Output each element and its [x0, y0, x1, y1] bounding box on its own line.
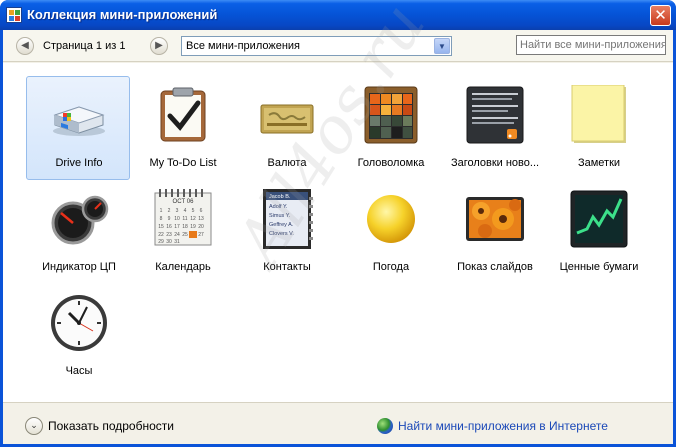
close-button[interactable]: ✕ — [650, 5, 671, 26]
gadget-puzzle[interactable]: Головоломка — [338, 76, 442, 180]
svg-text:8: 8 — [160, 216, 163, 222]
contact-name: Adolf Y. — [269, 204, 288, 210]
search-input[interactable] — [516, 35, 666, 55]
gadget-weather[interactable]: Погода — [338, 180, 442, 284]
notes-icon — [571, 85, 626, 143]
svg-text:24: 24 — [174, 232, 180, 238]
gadget-todo-list[interactable]: My To-Do List — [130, 76, 234, 180]
dropdown-arrow-icon[interactable]: ▼ — [434, 38, 450, 54]
globe-icon — [377, 418, 393, 434]
gadget-label: Контакты — [263, 261, 311, 273]
svg-text:29: 29 — [158, 239, 164, 245]
gadget-clock[interactable]: Часы — [26, 284, 130, 388]
svg-text:3: 3 — [176, 208, 179, 214]
svg-text:11: 11 — [182, 216, 187, 222]
gadget-label: Погода — [372, 261, 410, 273]
page-indicator: Страница 1 из 1 — [43, 40, 126, 52]
gadget-label: Drive Info — [55, 157, 103, 169]
svg-text:6: 6 — [200, 208, 203, 214]
svg-text:1: 1 — [160, 208, 163, 214]
svg-text:12: 12 — [190, 216, 196, 222]
gadget-cpu-meter[interactable]: Индикатор ЦП — [26, 180, 130, 284]
gadgets-app-icon — [6, 7, 22, 23]
gadget-label: Валюта — [267, 157, 307, 169]
svg-text:9: 9 — [168, 216, 171, 222]
window-title: Коллекция мини-приложений — [27, 7, 218, 22]
svg-text:13: 13 — [198, 216, 204, 222]
svg-text:18: 18 — [182, 224, 188, 230]
gadget-label: Календарь — [155, 261, 211, 273]
contacts-icon: Jacob B. Adolf Y. Simus Y. Geffrey A. Cl… — [263, 189, 313, 249]
gadget-label: Показ слайдов — [457, 261, 533, 273]
puzzle-icon — [364, 86, 418, 144]
chevron-down-icon: ⌄ — [30, 421, 38, 431]
gadget-label: Головоломка — [357, 157, 425, 169]
chevron-left-icon: ◀ — [21, 40, 29, 51]
stocks-icon — [570, 190, 628, 248]
show-details-label[interactable]: Показать подробности — [48, 419, 174, 433]
gadget-stocks[interactable]: Ценные бумаги — [546, 180, 650, 284]
svg-text:10: 10 — [174, 216, 180, 222]
gadget-label: Ценные бумаги — [559, 261, 639, 273]
footer-bar: ⌄ Показать подробности Найти мини-прилож… — [3, 404, 673, 444]
toolbar: ◀ Страница 1 из 1 ▶ Все мини-приложения … — [3, 30, 673, 62]
todo-list-icon — [160, 87, 206, 142]
calendar-icon: OCT 06 123456 8 9 10 11 12 13 15 16 17 18 19 20 22… — [154, 189, 212, 246]
weather-icon — [367, 195, 415, 243]
svg-text:20: 20 — [198, 224, 204, 230]
title-bar[interactable]: Коллекция мини-приложений ✕ — [0, 0, 676, 30]
gadget-currency[interactable]: Валюта — [234, 76, 338, 180]
svg-text:17: 17 — [174, 224, 180, 230]
gadget-notes[interactable]: Заметки — [546, 76, 650, 180]
currency-icon — [260, 104, 314, 134]
next-page-button[interactable]: ▶ — [150, 37, 168, 55]
gadget-calendar[interactable]: OCT 06 123456 8 9 10 11 12 13 15 16 17 18 19 20 22… — [130, 180, 234, 284]
svg-text:25: 25 — [182, 232, 188, 238]
svg-text:31: 31 — [174, 239, 180, 245]
previous-page-button[interactable]: ◀ — [16, 37, 34, 55]
drive-info-icon — [53, 106, 105, 136]
gadget-gallery: Drive Info My To-Do List Валюта Головоло… — [3, 0, 673, 403]
chevron-right-icon: ▶ — [155, 40, 163, 51]
clock-icon — [51, 295, 107, 351]
cpu-meter-icon — [51, 195, 109, 245]
contact-name: Geffrey A. — [269, 222, 294, 228]
gadget-label: Часы — [65, 365, 93, 377]
contact-name: Simus Y. — [269, 213, 291, 219]
gadget-gallery-window: Коллекция мини-приложений ✕ ◀ Страница 1… — [0, 0, 676, 447]
gadget-label: Индикатор ЦП — [42, 261, 116, 273]
svg-text:4: 4 — [184, 208, 187, 214]
svg-text:2: 2 — [168, 208, 171, 214]
svg-text:15: 15 — [158, 224, 164, 230]
svg-text:30: 30 — [166, 239, 172, 245]
get-gadgets-online-link[interactable]: Найти мини-приложения в Интернете — [398, 419, 608, 433]
calendar-month-text: OCT 06 — [173, 199, 195, 205]
svg-text:5: 5 — [192, 208, 195, 214]
client-area: ◀ Страница 1 из 1 ▶ Все мини-приложения … — [3, 0, 673, 444]
slideshow-icon — [466, 197, 524, 241]
show-details-button[interactable]: ⌄ — [25, 417, 43, 435]
gadget-news-headlines[interactable]: Заголовки ново... — [442, 76, 546, 180]
news-headlines-icon — [466, 86, 524, 144]
gadget-label: Заметки — [577, 157, 621, 169]
contact-name: Clovers V. — [269, 231, 294, 237]
svg-text:22: 22 — [158, 232, 164, 238]
svg-text:19: 19 — [190, 224, 196, 230]
category-selected-value: Все мини-приложения — [186, 40, 301, 52]
gadget-contacts[interactable]: Jacob B. Adolf Y. Simus Y. Geffrey A. Cl… — [234, 180, 338, 284]
svg-text:27: 27 — [198, 232, 204, 238]
gadget-label: My To-Do List — [149, 157, 217, 169]
gadget-slideshow[interactable]: Показ слайдов — [442, 180, 546, 284]
category-dropdown[interactable]: Все мини-приложения ▼ — [181, 36, 452, 56]
svg-text:16: 16 — [166, 224, 172, 230]
gadget-drive-info[interactable]: Drive Info — [26, 76, 130, 180]
contact-name: Jacob B. — [269, 194, 291, 200]
gadget-label: Заголовки ново... — [450, 157, 540, 169]
svg-text:23: 23 — [166, 232, 172, 238]
